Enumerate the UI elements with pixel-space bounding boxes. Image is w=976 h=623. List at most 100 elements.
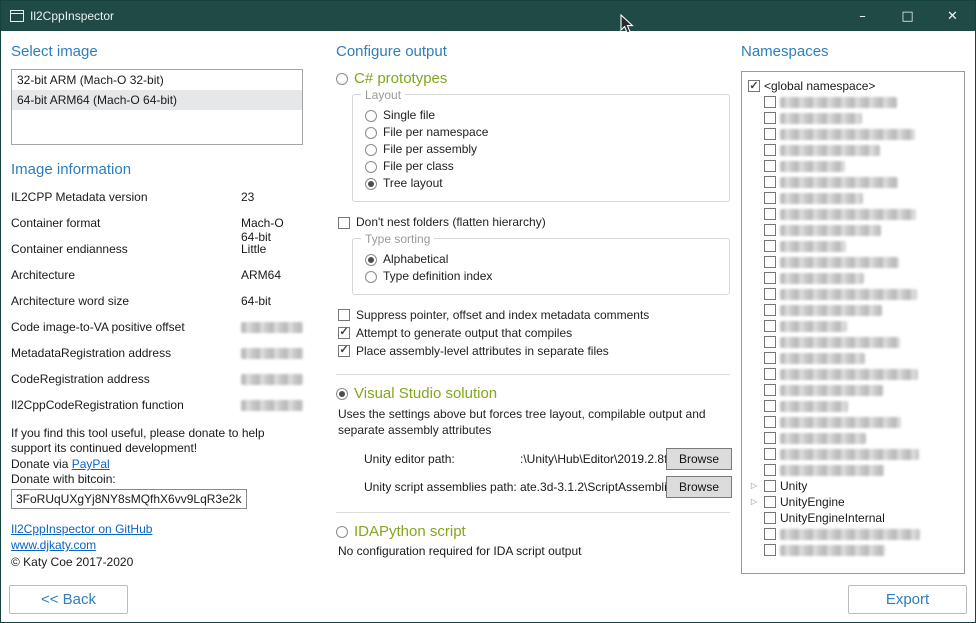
expander-icon[interactable]: ▷	[748, 482, 760, 490]
donate-paypal-line: Donate via PayPal	[11, 457, 303, 472]
csharp-prototypes-radio[interactable]: C# prototypes	[336, 71, 732, 86]
image-info-rows: IL2CPP Metadata version23Container forma…	[11, 190, 303, 424]
image-info-row: Il2CppCodeRegistration function	[11, 398, 303, 424]
namespaces-panel: Namespaces <global namespace>▷Unity▷Unit…	[741, 43, 969, 574]
bitcoin-address-input[interactable]	[11, 489, 247, 509]
redacted-label	[780, 209, 916, 220]
namespace-item[interactable]	[745, 526, 961, 542]
redacted-label	[780, 321, 847, 332]
github-link[interactable]: Il2CppInspector on GitHub	[11, 521, 152, 537]
checkbox-icon	[764, 304, 776, 316]
info-value: Mach-O 64-bit	[241, 216, 303, 244]
namespace-item[interactable]	[745, 238, 961, 254]
checkbox-icon	[764, 400, 776, 412]
namespace-item[interactable]: ▷ UnityEngine	[745, 494, 961, 510]
image-list-item[interactable]: 64-bit ARM64 (Mach-O 64-bit)	[12, 90, 302, 110]
namespace-item[interactable]	[745, 286, 961, 302]
browse-button[interactable]: Browse	[666, 476, 732, 498]
namespace-item[interactable]	[745, 446, 961, 462]
type-sorting-group-title: Type sorting	[361, 232, 434, 246]
namespace-item[interactable]	[745, 158, 961, 174]
namespace-item[interactable]: <global namespace>	[745, 78, 961, 94]
namespace-item[interactable]	[745, 430, 961, 446]
layout-option-label: File per assembly	[383, 142, 477, 157]
vs-description: Uses the settings above but forces tree …	[338, 406, 722, 438]
namespace-item[interactable]: ▷Unity	[745, 478, 961, 494]
redacted-label	[780, 145, 880, 156]
layout-option[interactable]: File per assembly	[365, 142, 719, 157]
namespace-item[interactable]	[745, 462, 961, 478]
image-list-item[interactable]: 32-bit ARM (Mach-O 32-bit)	[12, 70, 302, 90]
output-option-checkbox[interactable]: Attempt to generate output that compiles	[338, 324, 732, 342]
back-button[interactable]: << Back	[9, 585, 128, 614]
idapython-script-radio[interactable]: IDAPython script	[336, 524, 732, 539]
flatten-hierarchy-checkbox[interactable]: Don't nest folders (flatten hierarchy)	[338, 215, 732, 230]
minimize-button[interactable]: –	[840, 1, 885, 31]
vs-fields: Unity editor path::\Unity\Hub\Editor\201…	[364, 448, 732, 498]
namespace-item[interactable]	[745, 190, 961, 206]
layout-option[interactable]: File per namespace	[365, 125, 719, 140]
content-area: Select image 32-bit ARM (Mach-O 32-bit)6…	[1, 31, 975, 622]
namespace-item[interactable]	[745, 350, 961, 366]
image-info-row: Code image-to-VA positive offset	[11, 320, 303, 346]
namespace-item[interactable]	[745, 110, 961, 126]
export-button[interactable]: Export	[848, 585, 967, 614]
namespace-label: UnityEngine	[780, 495, 845, 509]
close-button[interactable]: ✕	[930, 1, 975, 31]
namespace-item[interactable]	[745, 318, 961, 334]
expander-icon[interactable]: ▷	[748, 498, 760, 506]
redacted-label	[780, 177, 898, 188]
image-info-row: ArchitectureARM64	[11, 268, 303, 294]
namespace-item[interactable]	[745, 270, 961, 286]
namespace-item[interactable]	[745, 414, 961, 430]
left-panel: Select image 32-bit ARM (Mach-O 32-bit)6…	[11, 43, 303, 570]
namespace-item[interactable]	[745, 398, 961, 414]
browse-button[interactable]: Browse	[666, 448, 732, 470]
layout-option[interactable]: Single file	[365, 108, 719, 123]
redacted-label	[780, 465, 884, 476]
namespace-item[interactable]	[745, 334, 961, 350]
checkbox-label: Place assembly-level attributes in separ…	[356, 344, 609, 359]
paypal-link[interactable]: PayPal	[72, 457, 110, 471]
checkbox-icon	[764, 160, 776, 172]
sorting-option[interactable]: Alphabetical	[365, 252, 719, 267]
namespace-item[interactable]	[745, 206, 961, 222]
website-link[interactable]: www.djkaty.com	[11, 537, 96, 553]
namespace-item[interactable]	[745, 366, 961, 382]
radio-icon	[336, 526, 348, 538]
redacted-label	[780, 273, 864, 284]
info-label: Container format	[11, 216, 241, 230]
namespace-item[interactable]	[745, 126, 961, 142]
namespace-item[interactable]	[745, 94, 961, 110]
layout-option[interactable]: File per class	[365, 159, 719, 174]
maximize-button[interactable]: □	[885, 1, 930, 31]
layout-groupbox: Layout Single fileFile per namespaceFile…	[352, 94, 730, 202]
redacted-label	[780, 337, 900, 348]
idapython-script-label: IDAPython script	[354, 524, 466, 539]
path-field-value: :\Unity\Hub\Editor\2019.2.8f1	[520, 452, 666, 466]
sorting-option[interactable]: Type definition index	[365, 269, 719, 284]
namespace-item[interactable]	[745, 222, 961, 238]
checkbox-icon	[338, 345, 350, 357]
layout-option[interactable]: Tree layout	[365, 176, 719, 191]
info-value: Little	[241, 242, 303, 256]
links-block: Il2CppInspector on GitHub www.djkaty.com…	[11, 521, 303, 570]
output-option-checkbox[interactable]: Suppress pointer, offset and index metad…	[338, 306, 732, 324]
image-listbox[interactable]: 32-bit ARM (Mach-O 32-bit)64-bit ARM64 (…	[11, 69, 303, 145]
namespace-item[interactable]	[745, 382, 961, 398]
namespace-item[interactable]	[745, 542, 961, 558]
namespace-item[interactable]: UnityEngineInternal	[745, 510, 961, 526]
redacted-label	[780, 289, 917, 300]
namespace-list[interactable]: <global namespace>▷Unity▷UnityEngineUnit…	[741, 71, 965, 574]
output-option-checkbox[interactable]: Place assembly-level attributes in separ…	[338, 342, 732, 360]
type-sorting-groupbox: Type sorting AlphabeticalType definition…	[352, 238, 730, 295]
redacted-label	[780, 401, 848, 412]
namespace-item[interactable]	[745, 174, 961, 190]
redacted-label	[780, 353, 865, 364]
checkbox-icon	[338, 217, 350, 229]
visual-studio-solution-radio[interactable]: Visual Studio solution	[336, 386, 732, 401]
redacted-value	[241, 374, 303, 385]
namespace-item[interactable]	[745, 142, 961, 158]
namespace-item[interactable]	[745, 302, 961, 318]
namespace-item[interactable]	[745, 254, 961, 270]
